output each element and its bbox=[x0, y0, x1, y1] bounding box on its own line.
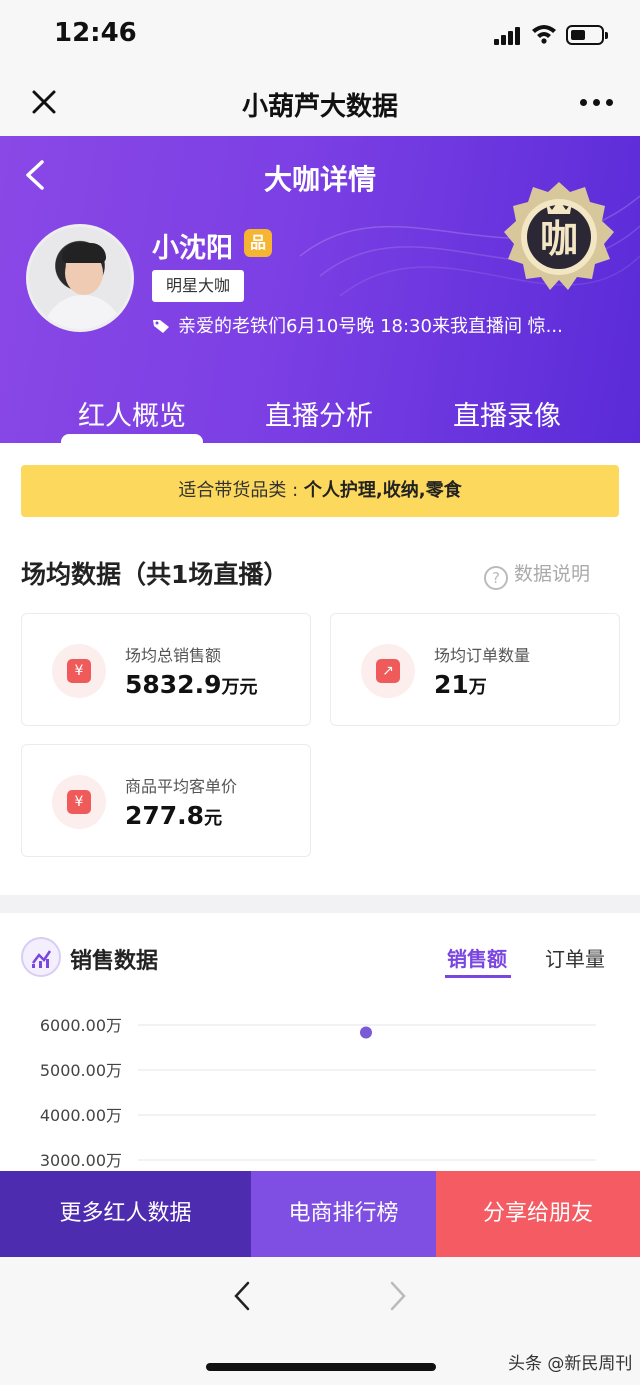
stat-label: 场均订单数量 bbox=[434, 646, 531, 665]
tab-sales-amount[interactable]: 销售额 bbox=[447, 943, 507, 972]
bio-text: 亲爱的老铁们6月10号晚 18:30来我直播间 惊... bbox=[178, 316, 563, 337]
data-explanation-link[interactable]: ? 数据说明 bbox=[484, 559, 590, 590]
influencer-name: 小沈阳 bbox=[152, 233, 233, 264]
app-title-bar: 小葫芦大数据 bbox=[0, 68, 640, 136]
watermark: 头条 @新民周刊 bbox=[508, 1354, 633, 1374]
banner-categories: 个人护理,收纳,零食 bbox=[303, 480, 462, 501]
y-tick-label: 6000.00万 bbox=[40, 1016, 122, 1035]
profile-header: 大咖详情 小沈阳 品 明星大咖 亲爱的老铁们6月10号晚 18:30来我直播间 … bbox=[0, 136, 640, 443]
tab-live-replay[interactable]: 直播录像 bbox=[453, 394, 561, 433]
medal-icon: 咖 bbox=[504, 182, 614, 290]
overview-panel: 适合带货品类 : 个人护理,收纳,零食 场均数据（共1场直播） ? 数据说明 ¥ … bbox=[0, 443, 640, 895]
sales-title: 销售数据 bbox=[70, 949, 159, 974]
data-point bbox=[360, 1026, 372, 1039]
forward-icon[interactable] bbox=[386, 1279, 410, 1313]
tab-overview[interactable]: 红人概览 bbox=[78, 394, 186, 433]
ecommerce-ranking-button[interactable]: 电商排行榜 bbox=[251, 1171, 436, 1257]
clock: 12:46 bbox=[54, 18, 137, 48]
help-label: 数据说明 bbox=[514, 563, 591, 585]
stat-value: 5832.9万元 bbox=[125, 670, 258, 699]
share-button[interactable]: 分享给朋友 bbox=[436, 1171, 640, 1257]
stat-card-avg-price: ¥ 商品平均客单价 277.8元 bbox=[21, 744, 311, 857]
medal-char: 咖 bbox=[540, 217, 578, 261]
category-tag: 明星大咖 bbox=[152, 270, 245, 302]
home-indicator[interactable] bbox=[206, 1363, 436, 1371]
order-chart-icon: ↗ bbox=[361, 644, 415, 698]
profile-tabs: 红人概览 直播分析 直播录像 bbox=[0, 386, 640, 443]
stat-card-sales: ¥ 场均总销售额 5832.9万元 bbox=[21, 613, 311, 726]
banner-prefix: 适合带货品类 : bbox=[178, 480, 304, 501]
stat-value: 21万 bbox=[434, 670, 487, 699]
more-influencer-data-button[interactable]: 更多红人数据 bbox=[0, 1171, 251, 1257]
stat-label: 商品平均客单价 bbox=[125, 777, 238, 796]
stat-card-orders: ↗ 场均订单数量 21万 bbox=[330, 613, 620, 726]
sales-chart: 6000.00万 5000.00万 4000.00万 3000.00万 bbox=[40, 1016, 596, 1170]
y-tick-label: 3000.00万 bbox=[40, 1151, 122, 1170]
question-icon: ? bbox=[484, 566, 508, 590]
sales-tab-indicator bbox=[445, 975, 511, 978]
platform-badge-icon: 品 bbox=[244, 229, 272, 257]
app-title: 小葫芦大数据 bbox=[241, 92, 398, 122]
category-banner: 适合带货品类 : 个人护理,收纳,零食 bbox=[21, 465, 619, 517]
stat-value: 277.8元 bbox=[125, 801, 223, 830]
stat-label: 场均总销售额 bbox=[125, 646, 222, 665]
wifi-icon bbox=[532, 25, 556, 44]
money-bag-icon: ¥ bbox=[52, 644, 106, 698]
browser-nav: 头条 @新民周刊 bbox=[0, 1257, 640, 1385]
more-icon[interactable] bbox=[580, 94, 614, 110]
avatar bbox=[26, 224, 134, 332]
battery-icon bbox=[566, 25, 608, 45]
action-bar: 更多红人数据 电商排行榜 分享给朋友 bbox=[0, 1171, 640, 1257]
y-tick-label: 4000.00万 bbox=[40, 1106, 122, 1125]
section-title: 场均数据（共1场直播） bbox=[21, 560, 289, 589]
status-bar: 12:46 bbox=[0, 0, 640, 68]
tab-live-analysis[interactable]: 直播分析 bbox=[265, 394, 373, 433]
active-tab-indicator bbox=[61, 434, 203, 443]
sales-section: 销售数据 销售额 订单量 6000.00万 5000.00万 4000.00万 300… bbox=[0, 913, 640, 1171]
cellular-signal-icon bbox=[494, 27, 522, 45]
tab-order-count[interactable]: 订单量 bbox=[545, 943, 605, 972]
y-tick-label: 5000.00万 bbox=[40, 1061, 122, 1080]
back-icon[interactable] bbox=[230, 1279, 254, 1313]
yuan-ticket-icon: ¥ bbox=[52, 775, 106, 829]
bar-chart-icon bbox=[21, 937, 61, 977]
tag-icon bbox=[153, 320, 169, 333]
